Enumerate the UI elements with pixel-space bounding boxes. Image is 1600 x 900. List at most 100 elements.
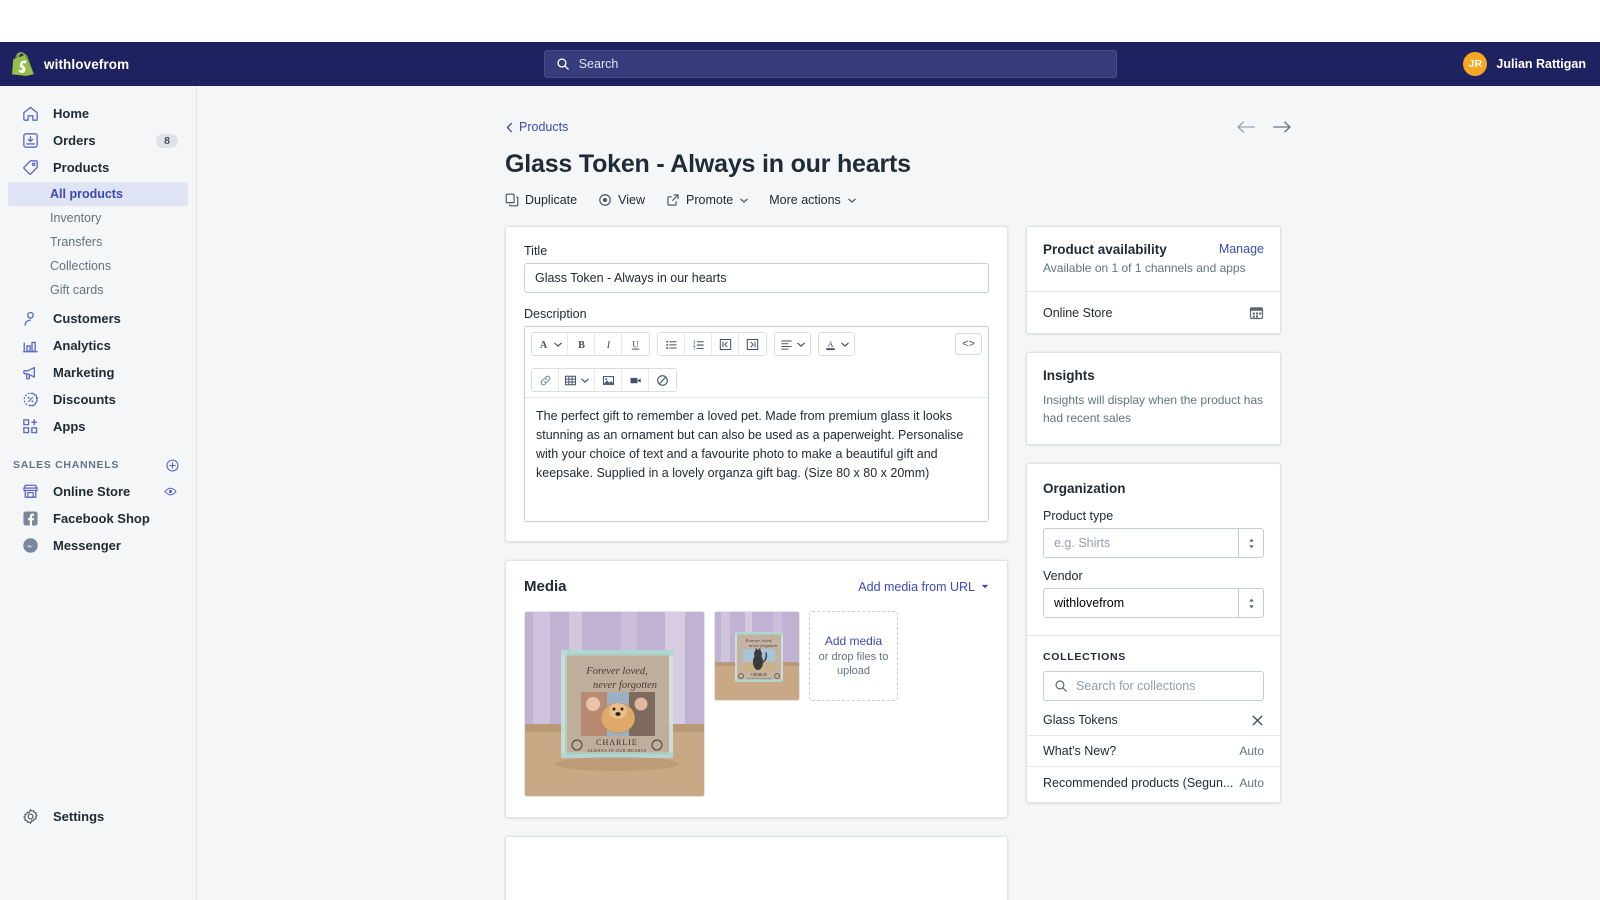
stepper[interactable] bbox=[1238, 529, 1263, 558]
product-type-select[interactable]: e.g. Shirts bbox=[1043, 528, 1264, 559]
vendor-value: withlovefrom bbox=[1054, 596, 1125, 611]
sidebar-item-home[interactable]: Home bbox=[8, 100, 188, 127]
add-media-dropzone[interactable]: Add media or drop files to upload bbox=[809, 611, 898, 701]
sidebar-item-apps[interactable]: Apps bbox=[8, 413, 188, 440]
sidebar-subitem-all-products[interactable]: All products bbox=[8, 182, 188, 206]
stepper[interactable] bbox=[1238, 589, 1263, 618]
insert-image-button[interactable] bbox=[595, 369, 622, 391]
outdent-button[interactable] bbox=[712, 333, 739, 355]
sidebar-item-label: Orders bbox=[53, 133, 96, 148]
vendor-select[interactable]: withlovefrom bbox=[1043, 588, 1264, 619]
collection-name: Glass Tokens bbox=[1043, 713, 1118, 728]
sidebar-item-facebook-shop[interactable]: Facebook Shop bbox=[8, 505, 188, 532]
clear-formatting-button[interactable] bbox=[649, 369, 676, 391]
manage-availability-button[interactable]: Manage bbox=[1219, 242, 1264, 256]
collections-section: COLLECTIONS Search for collections Glass… bbox=[1027, 636, 1280, 802]
bold-icon: B bbox=[578, 340, 585, 351]
sidebar-item-products[interactable]: Products bbox=[8, 154, 188, 181]
close-icon[interactable] bbox=[1251, 714, 1264, 727]
sidebar-item-discounts[interactable]: Discounts bbox=[8, 386, 188, 413]
italic-button[interactable]: I bbox=[595, 333, 622, 355]
title-input[interactable]: Glass Token - Always in our hearts bbox=[524, 263, 989, 293]
numbered-list-icon: 1 2 3 bbox=[693, 338, 704, 350]
calendar-icon[interactable] bbox=[1249, 305, 1264, 320]
pricing-card-partial bbox=[505, 836, 1008, 900]
shopify-admin-app: withlovefrom Search JR Julian Rattigan H… bbox=[0, 0, 1600, 900]
svg-text:I: I bbox=[605, 340, 610, 351]
sidebar-item-marketing[interactable]: Marketing bbox=[8, 359, 188, 386]
collection-item: Recommended products (Segun... Auto bbox=[1027, 767, 1280, 798]
toolbar-row-1: A B I U 1 2 3 A <> bbox=[531, 332, 982, 361]
bulleted-list-button[interactable] bbox=[658, 333, 685, 355]
text-color-button[interactable]: A bbox=[819, 333, 854, 355]
sidebar-item-label: Discounts bbox=[53, 392, 116, 407]
add-media-from-url-label: Add media from URL bbox=[858, 579, 975, 594]
outdent-icon bbox=[719, 338, 731, 350]
sidebar-subitem-collections[interactable]: Collections bbox=[8, 254, 188, 278]
sidebar-item-label: Messenger bbox=[53, 538, 121, 553]
promote-button[interactable]: Promote bbox=[666, 193, 749, 207]
image-icon bbox=[602, 375, 614, 385]
insert-video-button[interactable] bbox=[622, 369, 649, 391]
description-text[interactable]: The perfect gift to remember a loved pet… bbox=[525, 397, 988, 521]
align-button[interactable] bbox=[775, 333, 810, 355]
sidebar-subitem-transfers[interactable]: Transfers bbox=[8, 230, 188, 254]
analytics-bar-icon bbox=[22, 341, 38, 353]
indent-button[interactable] bbox=[739, 333, 766, 355]
availability-title: Product availability bbox=[1043, 242, 1167, 257]
bold-button[interactable]: B bbox=[568, 333, 595, 355]
arrow-left-icon[interactable] bbox=[1236, 120, 1256, 134]
user-menu[interactable]: JR Julian Rattigan bbox=[1463, 52, 1600, 76]
sidebar-item-settings[interactable]: Settings bbox=[8, 803, 188, 830]
chevron-left-icon bbox=[506, 122, 512, 132]
discount-percent-icon bbox=[23, 392, 38, 407]
sidebar-item-messenger[interactable]: Messenger bbox=[8, 532, 188, 559]
store-brand[interactable]: withlovefrom bbox=[0, 52, 197, 76]
collection-item: What's New? Auto bbox=[1027, 736, 1280, 768]
more-actions-button[interactable]: More actions bbox=[769, 193, 856, 207]
align-group bbox=[774, 332, 811, 356]
text-style-button[interactable]: A bbox=[532, 333, 568, 355]
shopify-logo-icon bbox=[12, 52, 34, 76]
svg-text:Forever loved,: Forever loved, bbox=[585, 666, 647, 677]
sidebar-subitem-inventory[interactable]: Inventory bbox=[8, 206, 188, 230]
sidebar-item-customers[interactable]: Customers bbox=[8, 305, 188, 332]
list-indent-group: 1 2 3 bbox=[657, 332, 767, 356]
add-channel-icon[interactable] bbox=[165, 458, 180, 473]
duplicate-button[interactable]: Duplicate bbox=[505, 193, 577, 207]
more-actions-label: More actions bbox=[769, 193, 841, 207]
facebook-icon bbox=[23, 511, 38, 526]
sidebar-item-analytics[interactable]: Analytics bbox=[8, 332, 188, 359]
code-view-button[interactable]: <> bbox=[955, 333, 982, 355]
sidebar-item-label: Online Store bbox=[53, 484, 131, 499]
underline-button[interactable]: U bbox=[622, 333, 649, 355]
eye-icon[interactable] bbox=[163, 484, 178, 499]
add-media-from-url-button[interactable]: Add media from URL bbox=[858, 580, 989, 594]
numbered-list-button[interactable]: 1 2 3 bbox=[685, 333, 712, 355]
sidebar-item-orders[interactable]: Orders 8 bbox=[8, 127, 188, 154]
sidebar-subitem-gift-cards[interactable]: Gift cards bbox=[8, 278, 188, 302]
breadcrumb[interactable]: Products bbox=[505, 120, 568, 134]
media-thumbnail[interactable]: Forever loved, never forgotten CHARLIE bbox=[714, 611, 800, 701]
search-input[interactable]: Search bbox=[543, 50, 1117, 78]
media-thumbnail[interactable]: Forever loved, never forgotten CHARLIE A… bbox=[524, 611, 705, 797]
sidebar-item-online-store[interactable]: Online Store bbox=[8, 478, 188, 505]
apps-grid-icon bbox=[23, 419, 38, 434]
media-card: Media Add media from URL Forever loved, … bbox=[505, 560, 1008, 818]
view-label: View bbox=[618, 193, 645, 207]
arrow-right-icon[interactable] bbox=[1272, 120, 1292, 134]
sidebar-item-label: Products bbox=[53, 160, 110, 175]
link-icon bbox=[540, 375, 550, 385]
product-photo-glass-token-cat: Forever loved, never forgotten CHARLIE bbox=[715, 612, 799, 700]
svg-text:CHARLIE: CHARLIE bbox=[751, 673, 767, 677]
store-name: withlovefrom bbox=[44, 56, 130, 72]
insert-link-button[interactable] bbox=[532, 369, 559, 391]
insert-table-button[interactable] bbox=[559, 369, 595, 391]
sidebar-item-label: Settings bbox=[53, 809, 105, 824]
title-field-label: Title bbox=[524, 244, 548, 258]
collections-title: COLLECTIONS bbox=[1043, 651, 1126, 664]
collections-search-input[interactable]: Search for collections bbox=[1043, 671, 1264, 702]
indent-icon bbox=[746, 338, 759, 350]
vendor-label: Vendor bbox=[1043, 569, 1083, 584]
view-button[interactable]: View bbox=[598, 193, 645, 207]
